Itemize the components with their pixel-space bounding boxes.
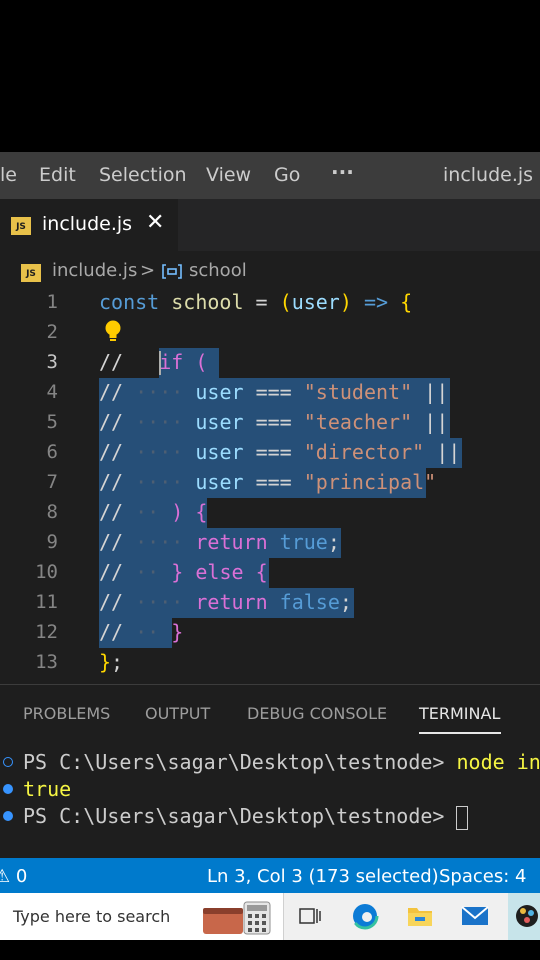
search-placeholder: Type here to search bbox=[13, 907, 171, 926]
code-line: // ·· } bbox=[99, 620, 184, 644]
line-number: 7 bbox=[46, 471, 58, 493]
tab-terminal[interactable]: TERMINAL bbox=[419, 704, 500, 723]
line-number: 3 bbox=[46, 351, 58, 373]
line-number: 9 bbox=[46, 531, 58, 553]
code-line: // ···· user === "director" || bbox=[99, 440, 461, 464]
code-line: // ·· ) { bbox=[99, 500, 208, 524]
line-number: 10 bbox=[35, 561, 58, 583]
terminal-line[interactable]: PS C:\Users\sagar\Desktop\testnode> node… bbox=[23, 750, 540, 774]
code-line: }; bbox=[99, 650, 124, 674]
taskbar-search-box[interactable]: Type here to search bbox=[0, 893, 284, 940]
status-bar: ⚠ 0 Ln 3, Col 3 (173 selected) Spaces: 4 bbox=[0, 858, 540, 893]
line-number: 5 bbox=[46, 411, 58, 433]
davinci-resolve-icon[interactable] bbox=[508, 893, 540, 940]
menu-file[interactable]: le bbox=[0, 164, 17, 186]
indentation-setting[interactable]: Spaces: 4 bbox=[439, 866, 526, 887]
terminal-output: true bbox=[23, 777, 72, 801]
command-decoration-icon[interactable] bbox=[3, 811, 13, 821]
tab-problems[interactable]: PROBLEMS bbox=[23, 704, 110, 723]
menu-go[interactable]: Go bbox=[274, 164, 300, 186]
tab-title: include.js bbox=[42, 213, 133, 235]
code-line: // ·· } else { bbox=[99, 560, 268, 584]
close-icon[interactable]: ✕ bbox=[146, 210, 164, 235]
edge-browser-icon[interactable] bbox=[351, 902, 379, 934]
js-file-icon: JS bbox=[21, 264, 41, 282]
line-number: 12 bbox=[35, 621, 58, 643]
tab-output[interactable]: OUTPUT bbox=[145, 704, 210, 723]
code-editor[interactable]: JS include.js > school 1 2 3 4 5 6 7 8 9… bbox=[0, 251, 540, 684]
cursor-position[interactable]: Ln 3, Col 3 (173 selected) bbox=[207, 866, 439, 887]
file-explorer-icon[interactable] bbox=[406, 903, 434, 933]
windows-taskbar: Type here to search bbox=[0, 893, 540, 940]
code-line: // if ( bbox=[99, 350, 208, 374]
tab-include-js[interactable]: JS include.js ✕ bbox=[0, 199, 178, 251]
line-number: 13 bbox=[35, 651, 58, 673]
line-number: 4 bbox=[46, 381, 58, 403]
js-file-icon: JS bbox=[11, 217, 31, 235]
line-number: 2 bbox=[46, 321, 58, 343]
breadcrumb-symbol[interactable]: school bbox=[189, 260, 247, 281]
mail-icon[interactable] bbox=[461, 905, 489, 931]
code-line: // ···· return true; bbox=[99, 530, 340, 554]
code-line: const school = (user) => { bbox=[99, 290, 413, 314]
code-line: // ···· user === "teacher" || bbox=[99, 410, 449, 434]
command-success-icon[interactable] bbox=[3, 784, 13, 794]
lightbulb-icon[interactable] bbox=[103, 319, 123, 347]
menu-bar: le Edit Selection View Go ··· include.js… bbox=[0, 152, 540, 199]
problems-count[interactable]: ⚠ 0 bbox=[0, 866, 27, 887]
bottom-panel: PROBLEMS OUTPUT DEBUG CONSOLE TERMINAL P… bbox=[0, 684, 540, 859]
chevron-right-icon: > bbox=[140, 260, 156, 281]
more-menu-icon[interactable]: ··· bbox=[331, 160, 354, 184]
menu-edit[interactable]: Edit bbox=[39, 164, 76, 186]
code-line: // ···· user === "principal" bbox=[99, 470, 437, 494]
menu-view[interactable]: View bbox=[206, 164, 251, 186]
breadcrumb-file[interactable]: include.js bbox=[52, 260, 137, 281]
window-title: include.js - t bbox=[443, 164, 540, 186]
line-number: 8 bbox=[46, 501, 58, 523]
wallet-calculator-icon bbox=[200, 900, 276, 940]
active-tab-indicator bbox=[419, 732, 501, 734]
tab-debug-console[interactable]: DEBUG CONSOLE bbox=[247, 704, 387, 723]
line-number: 1 bbox=[46, 291, 58, 313]
terminal-line[interactable]: PS C:\Users\sagar\Desktop\testnode> bbox=[23, 804, 469, 830]
menu-selection[interactable]: Selection bbox=[99, 164, 187, 186]
top-black-bar bbox=[0, 0, 540, 152]
code-line: // ···· user === "student" || bbox=[99, 380, 449, 404]
variable-symbol-icon bbox=[161, 263, 183, 285]
command-decoration-icon[interactable] bbox=[3, 757, 13, 767]
terminal-cursor bbox=[456, 805, 469, 830]
line-number: 6 bbox=[46, 441, 58, 463]
code-line: // ···· return false; bbox=[99, 590, 352, 614]
task-view-icon[interactable] bbox=[298, 905, 322, 931]
bottom-black-bar bbox=[0, 940, 540, 960]
tab-bar: JS include.js ✕ bbox=[0, 199, 540, 251]
line-number: 11 bbox=[35, 591, 58, 613]
